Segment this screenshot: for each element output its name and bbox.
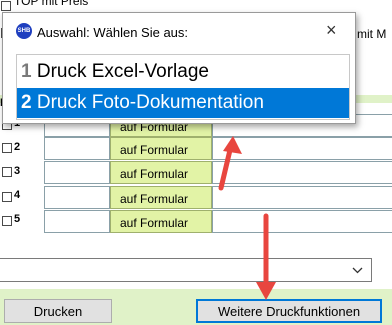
arrow-to-popup [218,136,242,191]
popup-titlebar: SHB Auswahl: Wählen Sie aus: × [3,13,355,51]
list-item-option-2[interactable]: 2 Druck Foto-Dokumentation [17,88,349,118]
option-label: Druck Foto-Dokumentation [36,92,264,113]
option-label: Druck Excel-Vorlage [36,61,209,82]
option-number: 1 [21,61,32,82]
arrow-to-button [256,213,276,300]
list-item-option-1[interactable]: 1 Druck Excel-Vorlage [17,57,349,87]
selection-popup: SHB Auswahl: Wählen Sie aus: × 1 Druck E… [2,12,356,124]
close-icon[interactable]: × [326,20,337,40]
popup-title: Auswahl: Wählen Sie aus: [37,25,189,40]
options-list: 1 Druck Excel-Vorlage 2 Druck Foto-Dokum… [16,54,350,120]
option-number: 2 [21,92,32,113]
app-logo-icon: SHB [16,23,32,39]
